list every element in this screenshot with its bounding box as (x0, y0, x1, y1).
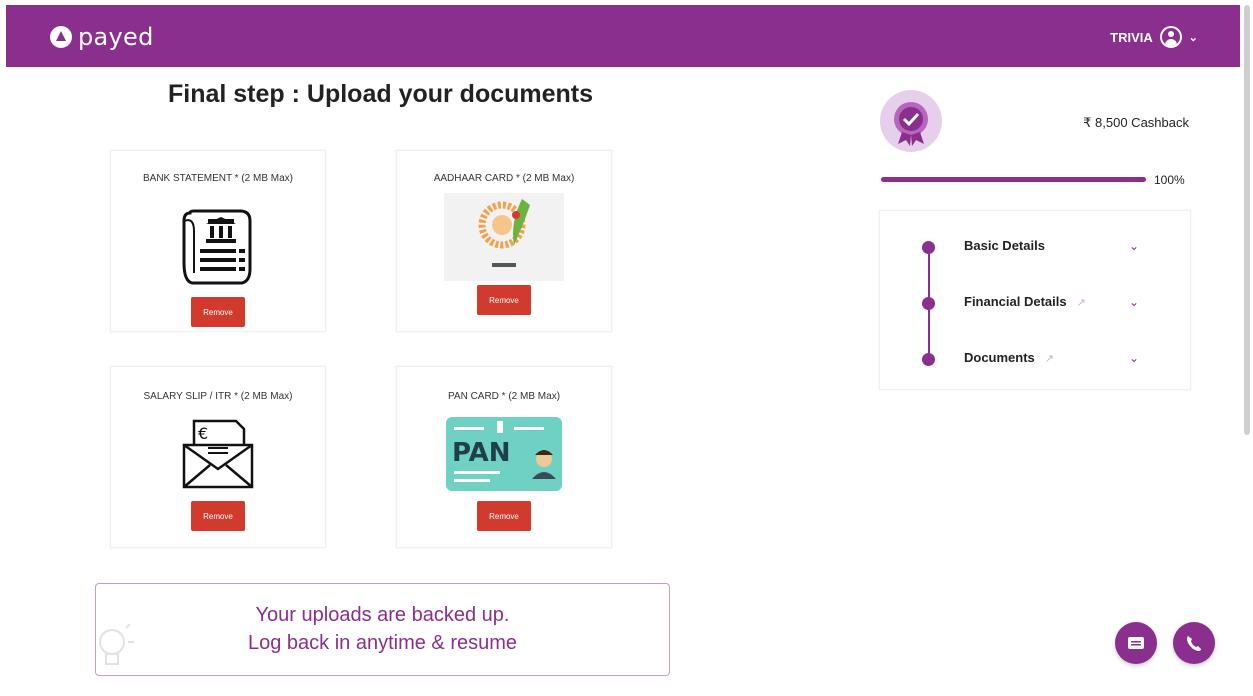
user-name: TRIVIA (1110, 29, 1153, 45)
chevron-down-icon[interactable]: ⌄ (1129, 351, 1139, 365)
remove-pan-button[interactable]: Remove (477, 501, 531, 531)
document-label: BANK STATEMENT * (2 MB Max) (142, 173, 294, 184)
cashback-badge (880, 90, 942, 152)
brand-logo[interactable]: payed (50, 23, 154, 51)
aadhaar-logo (444, 193, 564, 281)
document-card-salary-slip: SALARY SLIP / ITR * (2 MB Max) € Remove (110, 366, 326, 548)
chat-icon (1128, 637, 1144, 649)
document-card-aadhaar: AADHAAR CARD * (2 MB Max) Remove (396, 150, 612, 332)
salary-envelope-icon: € (182, 419, 254, 489)
call-button[interactable] (1173, 622, 1215, 664)
verified-badge-icon (894, 102, 928, 146)
document-label: AADHAAR CARD * (2 MB Max) (433, 173, 575, 184)
payed-logo-icon (50, 26, 72, 48)
step-financial-details[interactable]: Financial Details ↗ ⌄ (880, 291, 1192, 315)
cashback-amount: ₹ 8,500 Cashback (1083, 115, 1189, 130)
remove-bank-statement-button[interactable]: Remove (191, 297, 245, 327)
pan-card-icon: PAN (446, 417, 562, 491)
document-card-pan: PAN CARD * (2 MB Max) PAN Remove (396, 366, 612, 548)
backup-banner: Your uploads are backed up. Log back in … (95, 583, 670, 676)
remove-salary-slip-button[interactable]: Remove (191, 501, 245, 531)
progress-bar (881, 177, 1146, 182)
chevron-down-icon: ⌄ (1188, 31, 1198, 44)
step-dot (922, 297, 935, 310)
page: payed TRIVIA ⌄ Final step : Upload your … (0, 0, 1253, 696)
document-label: SALARY SLIP / ITR * (2 MB Max) (143, 391, 293, 402)
chat-button[interactable] (1115, 622, 1157, 664)
chevron-down-icon[interactable]: ⌄ (1129, 295, 1139, 309)
bank-statement-icon (182, 209, 252, 285)
step-documents[interactable]: Documents ↗ ⌄ (880, 347, 1192, 371)
phone-icon (1187, 636, 1201, 651)
top-nav-bar: payed TRIVIA ⌄ (6, 5, 1240, 67)
document-card-bank-statement: BANK STATEMENT * (2 MB Max) Remove (110, 150, 326, 332)
scrollbar[interactable] (1244, 5, 1250, 435)
remove-aadhaar-button[interactable]: Remove (477, 285, 531, 315)
edit-icon[interactable]: ↗ (1077, 296, 1086, 309)
backup-message-line-2: Log back in anytime & resume (247, 632, 518, 654)
step-label: Financial Details ↗ (964, 294, 1086, 309)
page-title: Final step : Upload your documents (168, 80, 594, 108)
user-menu[interactable]: TRIVIA ⌄ (1110, 26, 1198, 48)
user-avatar-icon (1159, 26, 1182, 48)
progress-percentage: 100% (1154, 173, 1185, 187)
svg-text:€: € (198, 424, 208, 443)
brand-name: payed (78, 23, 154, 51)
step-label: Basic Details (964, 238, 1045, 253)
document-label: PAN CARD * (2 MB Max) (447, 391, 561, 402)
step-dot (922, 353, 935, 366)
step-dot (922, 241, 935, 254)
svg-text:PAN: PAN (452, 438, 511, 468)
progress-bar-fill (881, 177, 1146, 182)
chevron-down-icon[interactable]: ⌄ (1129, 239, 1139, 253)
edit-icon[interactable]: ↗ (1045, 352, 1054, 365)
step-label: Documents ↗ (964, 350, 1055, 365)
application-steps-panel: Basic Details ⌄ Financial Details ↗ ⌄ Doc… (879, 210, 1191, 390)
backup-message-line-1: Your uploads are backed up. (255, 604, 510, 626)
step-basic-details[interactable]: Basic Details ⌄ (880, 235, 1192, 259)
